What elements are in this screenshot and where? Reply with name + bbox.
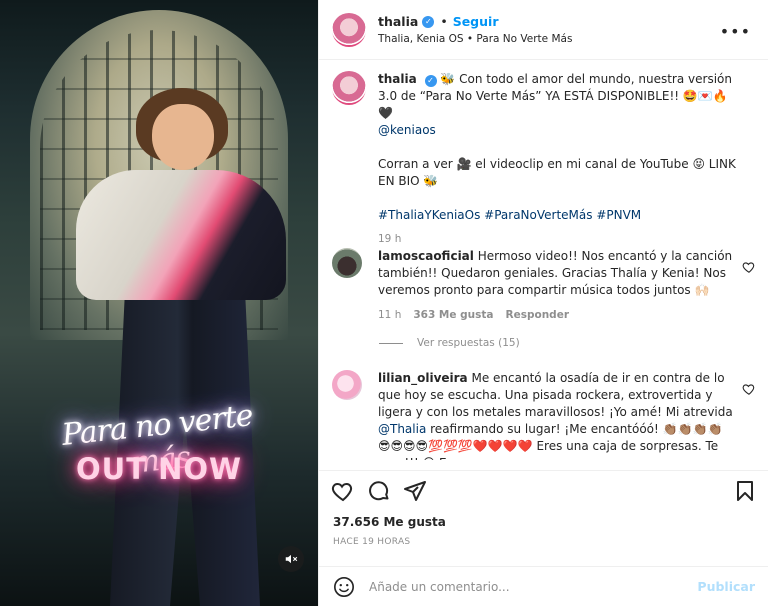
publish-button[interactable]: Publicar (697, 579, 755, 594)
action-bar (319, 470, 768, 506)
emoji-icon[interactable] (333, 576, 355, 598)
author-username[interactable]: thalia (378, 14, 418, 29)
post-video[interactable]: Para no verte más OUT NOW (0, 0, 318, 606)
comment-like-heart-icon[interactable] (742, 382, 756, 396)
author-avatar[interactable] (332, 12, 366, 47)
commenter-username[interactable]: lilian_oliveira (378, 371, 468, 385)
commenter-avatar[interactable] (332, 370, 362, 400)
mute-button[interactable] (278, 546, 304, 572)
verified-badge-icon: ✓ (422, 15, 435, 28)
bookmark-icon[interactable] (733, 479, 757, 503)
commenter-username[interactable]: lamoscaoficial (378, 249, 474, 263)
reply-button[interactable]: Responder (506, 307, 569, 324)
caption-line-2: Corran a ver 🎥 el videoclip en mi canal … (378, 157, 736, 188)
comment-text-3: 😎😎😎😎💯💯💯❤️❤️❤️❤️ Eres una caja de sorpres… (378, 439, 719, 460)
add-comment-bar: Añade un comentario... Publicar (319, 566, 768, 606)
instagram-post: Para no verte más OUT NOW thalia ✓ • Seg… (0, 0, 768, 606)
heart-icon[interactable] (331, 479, 355, 503)
verified-badge-icon: ✓ (424, 75, 437, 87)
comment-item: lilian_oliveira Me encantó la osadía de … (332, 370, 756, 460)
caption-mention[interactable]: @keniaos (378, 123, 436, 137)
performer-face (152, 104, 214, 170)
comment-likes[interactable]: 363 Me gusta (413, 307, 493, 324)
post-info-panel: thalia ✓ • Seguir Thalia, Kenia OS • Par… (318, 0, 768, 606)
commenter-avatar[interactable] (332, 248, 362, 278)
caption-username[interactable]: thalia (378, 72, 417, 86)
share-icon[interactable] (403, 479, 427, 503)
more-options-icon: ••• (719, 22, 751, 41)
separator-dot: • (440, 14, 448, 29)
post-header: thalia ✓ • Seguir Thalia, Kenia OS • Par… (319, 0, 768, 60)
post-caption: thalia ✓ 🐝 Con todo el amor del mundo, n… (332, 71, 752, 248)
comments-section[interactable]: thalia ✓ 🐝 Con todo el amor del mundo, n… (319, 61, 768, 469)
comment-age[interactable]: 11 h (378, 307, 401, 324)
replies-line (379, 342, 403, 344)
comment-item: lamoscaoficial Hermoso video!! Nos encan… (332, 248, 756, 324)
more-options-button[interactable]: ••• (720, 22, 751, 41)
comment-like-heart-icon[interactable] (742, 260, 756, 274)
likes-count[interactable]: 37.656 Me gusta (333, 515, 446, 529)
caption-avatar[interactable] (332, 71, 366, 105)
view-replies-label: Ver respuestas (15) (417, 337, 520, 349)
post-timestamp[interactable]: HACE 19 HORAS (333, 537, 410, 547)
post-subtitle[interactable]: Thalia, Kenia OS • Para No Verte Más (378, 33, 572, 45)
caption-hashtags[interactable]: #ThaliaYKeniaOs #ParaNoVerteMás #PNVM (378, 207, 738, 224)
comment-input[interactable]: Añade un comentario... (369, 580, 669, 594)
follow-button[interactable]: Seguir (453, 14, 499, 29)
comment-mention[interactable]: @Thalia (378, 422, 426, 436)
video-out-now-overlay: OUT NOW (76, 452, 242, 486)
comment-text-2: reafirmando su lugar! ¡Me encantóóó! 👏🏽👏… (430, 422, 723, 436)
comment-icon[interactable] (367, 479, 391, 503)
speaker-muted-icon (285, 554, 298, 564)
view-replies-button[interactable]: Ver respuestas (15) (379, 337, 520, 349)
caption-age[interactable]: 19 h (378, 231, 738, 248)
performer-jacket (76, 170, 286, 300)
